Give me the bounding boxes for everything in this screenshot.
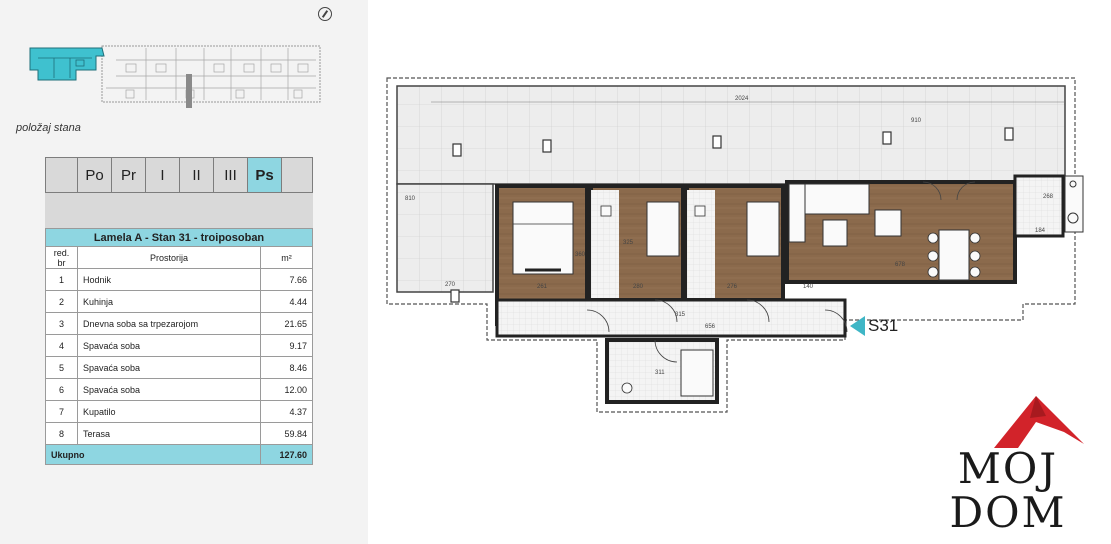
- dim-bath: 311: [655, 370, 665, 376]
- tab-spacer-right: [282, 158, 312, 192]
- north-arrow-icon: [318, 7, 332, 21]
- dim-hall: 140: [803, 284, 814, 290]
- dim-corridor: 656: [705, 324, 716, 330]
- logo-line-1: MOJ: [957, 444, 1059, 493]
- tab-floor-iii[interactable]: III: [214, 158, 248, 192]
- dim-bed1: 261: [537, 284, 548, 290]
- row-number: 3: [45, 312, 78, 335]
- room-area: 4.37: [260, 400, 313, 423]
- table-row: 3 Dnevna soba sa trpezarojom 21.65: [45, 312, 313, 335]
- row-number: 6: [45, 378, 78, 401]
- room-table: Lamela A - Stan 31 - troiposoban red. br…: [45, 228, 313, 465]
- dim-bed2-height: 325: [623, 240, 634, 246]
- table-row: 7 Kupatilo 4.37: [45, 400, 313, 423]
- column-header-room: Prostorija: [77, 246, 261, 269]
- position-label: položaj stana: [16, 122, 81, 134]
- table-row: 8 Terasa 59.84: [45, 422, 313, 445]
- room-area: 59.84: [260, 422, 313, 445]
- room-name: Spavaća soba: [77, 334, 261, 357]
- dim-kitchen: 268: [1043, 194, 1054, 200]
- floor-selector: Po Pr I II III Ps: [45, 157, 313, 193]
- total-label: Ukupno: [45, 444, 261, 465]
- tab-floor-po[interactable]: Po: [78, 158, 112, 192]
- room-name: Kuhinja: [77, 290, 261, 313]
- logo-line-2: DOM: [949, 488, 1067, 537]
- table-row: 1 Hodnik 7.66: [45, 268, 313, 291]
- dim-living: 678: [895, 262, 906, 268]
- table-row: 2 Kuhinja 4.44: [45, 290, 313, 313]
- moj-dom-logo[interactable]: MOJ DOM: [932, 392, 1084, 540]
- tab-floor-i[interactable]: I: [146, 158, 180, 192]
- room-area: 7.66: [260, 268, 313, 291]
- row-number: 1: [45, 268, 78, 291]
- row-number: 8: [45, 422, 78, 445]
- room-area: 8.46: [260, 356, 313, 379]
- dim-bed-height: 360: [575, 252, 586, 258]
- room-area: 12.00: [260, 378, 313, 401]
- dim-left-width: 270: [445, 282, 456, 288]
- room-name: Dnevna soba sa trpezarojom: [77, 312, 261, 335]
- dim-bed2: 280: [633, 284, 644, 290]
- row-number: 2: [45, 290, 78, 313]
- dim-bed3: 276: [727, 284, 738, 290]
- dim-kitchen-depth: 184: [1035, 228, 1046, 234]
- room-name: Hodnik: [77, 268, 261, 291]
- floor-plan[interactable]: 2024 910 810 270 261 280 276 140 678 656…: [375, 60, 1095, 420]
- table-caption: Lamela A - Stan 31 - troiposoban: [45, 228, 313, 247]
- room-name: Spavaća soba: [77, 378, 261, 401]
- tab-floor-ii[interactable]: II: [180, 158, 214, 192]
- tab-band: [45, 193, 313, 228]
- triangle-marker-icon: [850, 316, 865, 336]
- unit-marker[interactable]: S31: [850, 316, 898, 336]
- table-row: 5 Spavaća soba 8.46: [45, 356, 313, 379]
- room-name: Kupatilo: [77, 400, 261, 423]
- room-area: 9.17: [260, 334, 313, 357]
- row-number: 5: [45, 356, 78, 379]
- room-area: 4.44: [260, 290, 313, 313]
- table-row: 4 Spavaća soba 9.17: [45, 334, 313, 357]
- dim-terrace-depth: 910: [911, 118, 922, 124]
- total-value: 127.60: [260, 444, 313, 465]
- table-row: 6 Spavaća soba 12.00: [45, 378, 313, 401]
- tab-floor-ps[interactable]: Ps: [248, 158, 282, 192]
- dim-terrace-width: 2024: [735, 96, 749, 102]
- total-row: Ukupno 127.60: [45, 444, 313, 465]
- dim-corridor-depth: 315: [675, 312, 686, 318]
- dim-left-depth: 810: [405, 196, 416, 202]
- unit-label: S31: [868, 316, 899, 335]
- column-header-area: m²: [260, 246, 313, 269]
- room-name: Terasa: [77, 422, 261, 445]
- row-number: 4: [45, 334, 78, 357]
- building-key-plan[interactable]: [26, 40, 326, 108]
- roof-mark-icon: [994, 396, 1084, 448]
- tab-floor-pr[interactable]: Pr: [112, 158, 146, 192]
- room-area: 21.65: [260, 312, 313, 335]
- room-name: Spavaća soba: [77, 356, 261, 379]
- tab-spacer-left: [46, 158, 78, 192]
- column-header-number: red. br: [45, 246, 78, 269]
- info-panel: položaj stana Po Pr I II III Ps Lamela A…: [0, 0, 368, 544]
- row-number: 7: [45, 400, 78, 423]
